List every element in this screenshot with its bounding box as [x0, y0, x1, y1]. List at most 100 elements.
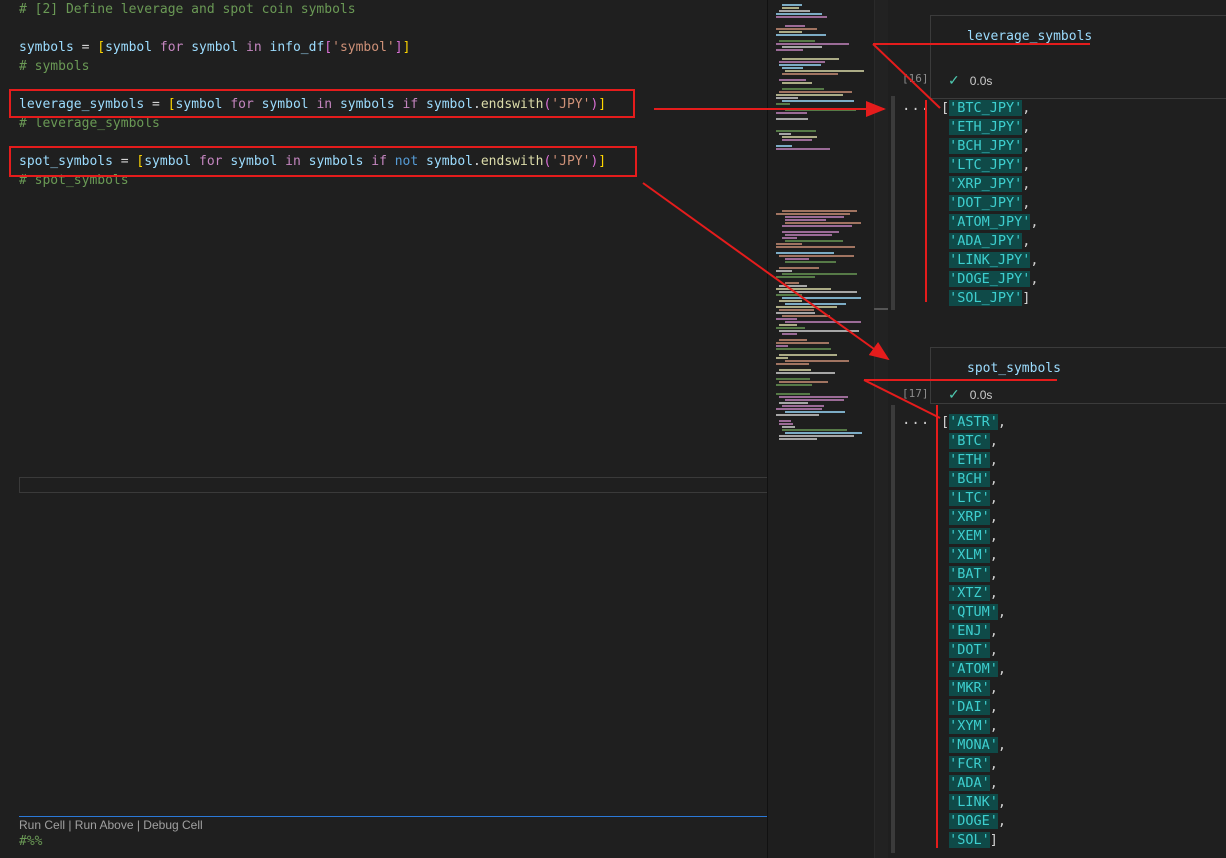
output-list-item: 'LINK',	[949, 794, 1007, 810]
cell-17-output: ['ASTR', 'BTC', 'ETH', 'BCH', 'LTC', 'XR…	[941, 413, 1006, 850]
minimap-line	[779, 40, 815, 42]
output-string: 'LINK_JPY'	[949, 252, 1031, 268]
output-list-item: 'DOT',	[949, 642, 998, 658]
minimap-line	[776, 288, 831, 290]
minimap-line	[779, 300, 802, 302]
minimap-line	[776, 243, 802, 245]
minimap-scrollbar[interactable]	[874, 0, 889, 858]
output-string: 'ETH_JPY'	[949, 119, 1023, 135]
minimap-line	[779, 369, 811, 371]
minimap-line	[779, 438, 817, 440]
minimap-line	[782, 100, 854, 102]
output-string: 'BAT'	[949, 566, 990, 582]
minimap-line	[785, 282, 799, 284]
minimap-line	[779, 10, 810, 12]
annotation-box-leverage	[9, 89, 635, 118]
minimap-line	[776, 318, 797, 320]
minimap-line	[782, 73, 838, 75]
output-list-item: 'LTC_JPY',	[949, 157, 1031, 173]
scrollbar-marker	[874, 308, 888, 310]
minimap-line	[782, 67, 803, 69]
minimap-line	[785, 216, 844, 218]
minimap-line	[782, 7, 799, 9]
minimap-line	[776, 384, 812, 386]
minimap-line	[776, 94, 843, 96]
minimap-line	[782, 82, 812, 84]
minimap-line	[776, 97, 798, 99]
minimap-line	[779, 285, 807, 287]
output-list-item: 'XRP_JPY',	[949, 176, 1031, 192]
output-string: 'BTC'	[949, 433, 990, 449]
minimap-line	[776, 363, 809, 365]
minimap-line	[776, 13, 822, 15]
output-list-item: 'DAI',	[949, 699, 998, 715]
minimap-line	[779, 402, 808, 404]
minimap-line	[782, 405, 824, 407]
check-icon: ✓	[948, 386, 960, 402]
minimap-line	[776, 112, 807, 114]
minimap[interactable]	[767, 0, 875, 858]
minimap-line	[776, 118, 808, 120]
cell-16-output-menu[interactable]: ...	[902, 98, 930, 114]
minimap-line	[785, 399, 844, 401]
output-list-item: 'BAT',	[949, 566, 998, 582]
minimap-line	[776, 345, 788, 347]
minimap-line	[782, 58, 839, 60]
minimap-line	[782, 225, 852, 227]
output-list-item: ['BTC_JPY',	[941, 100, 1031, 116]
minimap-line	[776, 294, 802, 296]
output-string: 'XLM'	[949, 547, 990, 563]
minimap-line	[782, 333, 797, 335]
minimap-line	[779, 64, 821, 66]
minimap-line	[776, 348, 831, 350]
output-string: 'DOT_JPY'	[949, 195, 1023, 211]
output-string: 'BCH'	[949, 471, 990, 487]
minimap-line	[782, 46, 822, 48]
cell-17-code[interactable]: spot_symbols	[967, 361, 1061, 376]
minimap-line	[782, 237, 797, 239]
minimap-line	[779, 354, 837, 356]
output-list-item: 'ENJ',	[949, 623, 998, 639]
output-string: 'XRP_JPY'	[949, 176, 1023, 192]
minimap-line	[776, 49, 803, 51]
cell-16-code[interactable]: leverage_symbols	[967, 29, 1092, 44]
minimap-line	[785, 222, 861, 224]
output-list-item: 'BCH',	[949, 471, 998, 487]
output-list-item: 'XRP',	[949, 509, 998, 525]
comment-symbols: # symbols	[19, 59, 90, 74]
minimap-line	[782, 273, 857, 275]
minimap-line	[776, 276, 815, 278]
minimap-line	[782, 231, 839, 233]
code-editor[interactable]: # [2] Define leverage and spot coin symb…	[0, 0, 767, 858]
output-list-item: 'ATOM_JPY',	[949, 214, 1039, 230]
minimap-line	[776, 213, 850, 215]
empty-code-cell[interactable]	[19, 477, 767, 493]
minimap-line	[782, 426, 795, 428]
minimap-line	[779, 255, 854, 257]
codelens-actions[interactable]: Run Cell | Run Above | Debug Cell	[19, 818, 203, 832]
cell-16-exec-count: [16]	[902, 72, 929, 85]
minimap-line	[779, 31, 802, 33]
output-string: 'LINK'	[949, 794, 998, 810]
output-list-item: ['ASTR',	[941, 414, 1007, 430]
minimap-line	[785, 219, 826, 221]
code-line-symbols[interactable]: symbols = [symbol for symbol in info_df[…	[19, 38, 410, 57]
minimap-line	[782, 139, 812, 141]
output-string: 'BCH_JPY'	[949, 138, 1023, 154]
minimap-line	[776, 43, 849, 45]
output-list-item: 'QTUM',	[949, 604, 1007, 620]
minimap-line	[785, 411, 845, 413]
minimap-line	[776, 306, 837, 308]
output-list-item: 'SOL']	[949, 832, 998, 848]
output-string: 'ADA_JPY'	[949, 233, 1023, 249]
minimap-line	[785, 321, 861, 323]
minimap-line	[776, 252, 834, 254]
cell-marker: #%%	[19, 834, 43, 849]
output-string: 'SOL_JPY'	[949, 290, 1023, 306]
output-string: 'ADA'	[949, 775, 990, 791]
cell-17-output-menu[interactable]: ...	[902, 412, 930, 428]
minimap-line	[776, 327, 805, 329]
output-string: 'DOT'	[949, 642, 990, 658]
output-list-item: 'DOGE_JPY',	[949, 271, 1039, 287]
minimap-line	[776, 270, 792, 272]
